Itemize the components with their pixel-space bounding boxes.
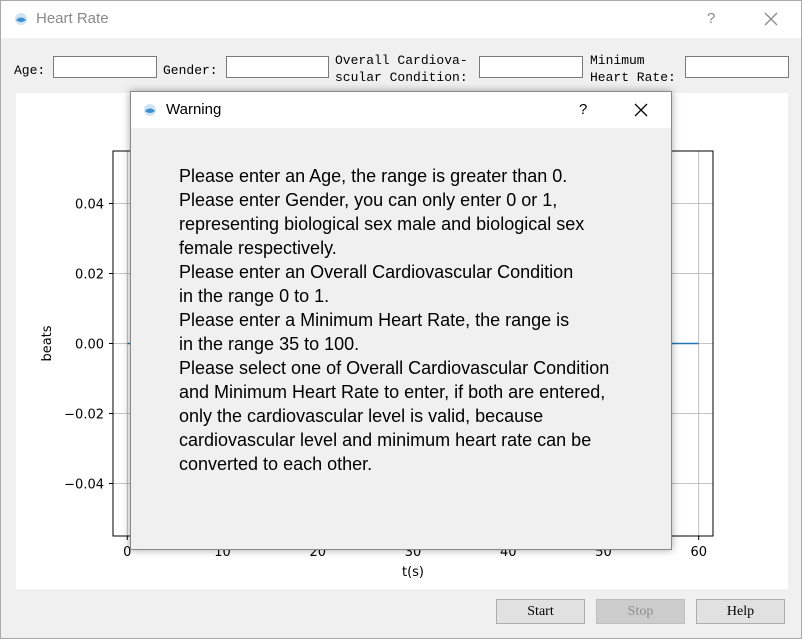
stop-button[interactable]: Stop xyxy=(596,599,685,624)
app-icon xyxy=(144,104,156,116)
y-tick-label: 0.02 xyxy=(75,268,104,283)
age-label: Age: xyxy=(14,63,46,78)
minhr-label: Minimum Heart Rate: xyxy=(590,52,676,86)
x-axis-label: t(s) xyxy=(402,565,424,580)
minhr-input[interactable] xyxy=(685,56,789,78)
close-icon[interactable] xyxy=(634,103,648,117)
dialog-title-bar: Warning ? xyxy=(131,92,671,128)
message-line: only the cardiovascular level is valid, … xyxy=(179,406,544,426)
message-line: representing biological sex male and bio… xyxy=(179,214,585,234)
message-line: Please enter Gender, you can only enter … xyxy=(179,190,558,210)
minhr-label-line2: Heart Rate: xyxy=(590,70,676,85)
help-button[interactable]: Help xyxy=(696,599,785,624)
app-icon xyxy=(15,13,27,25)
message-line: Please enter an Age, the range is greate… xyxy=(179,166,568,186)
message-line: Please enter a Minimum Heart Rate, the r… xyxy=(179,310,570,330)
message-line: Please select one of Overall Cardiovascu… xyxy=(179,358,610,378)
message-line: in the range 35 to 100. xyxy=(179,334,360,354)
message-line: female respectively. xyxy=(179,238,337,258)
message-line: converted to each other. xyxy=(179,454,373,474)
gender-input[interactable] xyxy=(226,56,329,78)
title-bar: Heart Rate ? xyxy=(1,1,801,38)
y-tick-label: 0.04 xyxy=(75,198,104,213)
message-line: in the range 0 to 1. xyxy=(179,286,330,306)
dialog-help-icon[interactable]: ? xyxy=(579,101,587,118)
help-icon[interactable]: ? xyxy=(707,10,715,27)
dialog-message: Please enter an Age, the range is greate… xyxy=(179,164,659,476)
age-input[interactable] xyxy=(53,56,157,78)
y-tick-label: −0.02 xyxy=(64,408,104,423)
minhr-label-line1: Minimum xyxy=(590,53,645,68)
start-button[interactable]: Start xyxy=(496,599,585,624)
dialog-title: Warning xyxy=(166,101,222,118)
cardio-input[interactable] xyxy=(479,56,583,78)
cardio-label-line2: scular Condition: xyxy=(335,70,468,85)
y-tick-label: 0.00 xyxy=(75,338,104,353)
warning-dialog: Warning ? Please enter an Age, the range… xyxy=(130,91,672,550)
message-line: cardiovascular level and minimum heart r… xyxy=(179,430,592,450)
cardio-label-line1: Overall Cardiova- xyxy=(335,53,468,68)
message-line: and Minimum Heart Rate to enter, if both… xyxy=(179,382,606,402)
gender-label: Gender: xyxy=(163,63,218,78)
message-line: Please enter an Overall Cardiovascular C… xyxy=(179,262,574,282)
cardio-label: Overall Cardiova- scular Condition: xyxy=(335,52,468,86)
x-tick-label: 60 xyxy=(690,545,707,560)
close-icon[interactable] xyxy=(764,12,778,26)
window-title: Heart Rate xyxy=(36,10,109,27)
y-axis-label: beats xyxy=(40,325,55,361)
y-tick-label: −0.04 xyxy=(64,478,104,493)
